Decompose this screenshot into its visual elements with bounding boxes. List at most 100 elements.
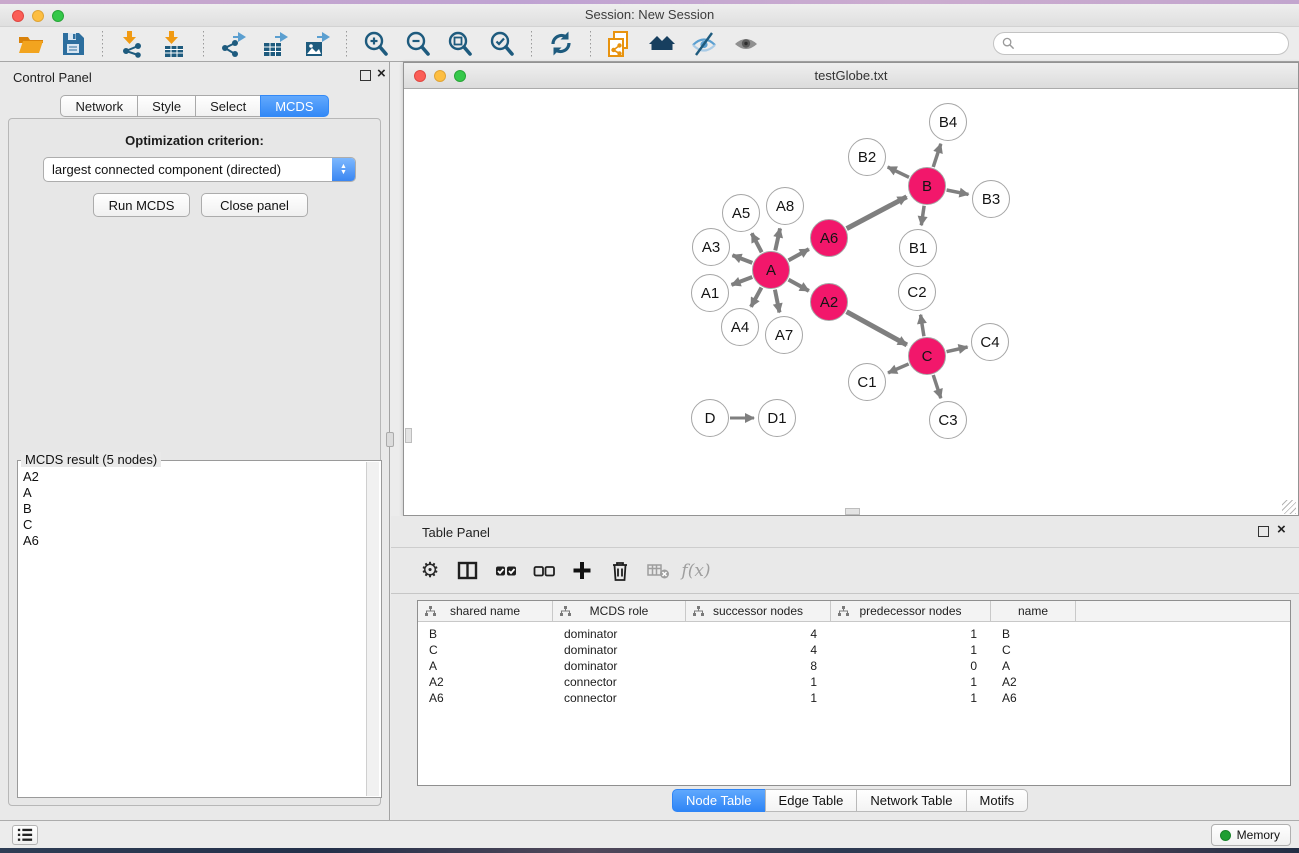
eye-button[interactable] bbox=[725, 28, 767, 60]
table-row[interactable]: Adominator80A bbox=[418, 658, 1290, 674]
graph-edge-A2-C[interactable] bbox=[847, 312, 907, 345]
graph-edge-A-A4[interactable] bbox=[751, 288, 761, 307]
open-folder-button[interactable] bbox=[10, 28, 52, 60]
run-mcds-button[interactable]: Run MCDS bbox=[93, 193, 190, 217]
gear-button[interactable]: ⚙ bbox=[411, 554, 449, 588]
canvas-scroll-stub-left[interactable] bbox=[405, 428, 412, 443]
tab-motifs[interactable]: Motifs bbox=[966, 789, 1029, 812]
memory-button[interactable]: Memory bbox=[1211, 824, 1291, 846]
graph-edge-C-C4[interactable] bbox=[947, 347, 968, 352]
table-row[interactable]: Bdominator41B bbox=[418, 626, 1290, 642]
table-panel-close-icon[interactable]: × bbox=[1277, 523, 1286, 537]
network-view-window[interactable]: testGlobe.txt B4B2BB3A8A5A6A3B1AA1C2A2A4… bbox=[403, 62, 1299, 516]
mcds-result-item[interactable]: C bbox=[18, 517, 365, 533]
zoom-in-button[interactable] bbox=[355, 28, 397, 60]
network-canvas[interactable]: B4B2BB3A8A5A6A3B1AA1C2A2A4A7C4CC1C3DD1 bbox=[405, 90, 1297, 515]
panel-splitter-handle[interactable] bbox=[386, 432, 394, 447]
deselect-all-checks-button[interactable] bbox=[525, 554, 563, 588]
graph-edge-B-B4[interactable] bbox=[933, 144, 941, 167]
table-row[interactable]: A2connector11A2 bbox=[418, 674, 1290, 690]
optimization-criterion-select[interactable]: largest connected component (directed) ▲… bbox=[43, 157, 356, 182]
eye-slash-button[interactable] bbox=[683, 28, 725, 60]
graph-node-B1[interactable]: B1 bbox=[899, 229, 937, 267]
search-input[interactable] bbox=[1015, 35, 1288, 53]
export-image-button[interactable] bbox=[296, 28, 338, 60]
mcds-result-item[interactable]: A2 bbox=[18, 469, 365, 485]
refresh-button[interactable] bbox=[540, 28, 582, 60]
export-network-button[interactable] bbox=[212, 28, 254, 60]
graph-edge-A-A5[interactable] bbox=[752, 233, 762, 252]
graph-node-A2[interactable]: A2 bbox=[810, 283, 848, 321]
tab-edge-table[interactable]: Edge Table bbox=[765, 789, 858, 812]
column-header-name[interactable]: name bbox=[991, 601, 1076, 621]
network-window-titlebar[interactable]: testGlobe.txt bbox=[404, 63, 1298, 89]
close-panel-icon[interactable]: × bbox=[377, 67, 386, 81]
graph-node-A7[interactable]: A7 bbox=[765, 316, 803, 354]
window-resize-grip[interactable] bbox=[1282, 500, 1296, 514]
graph-edge-A-A6[interactable] bbox=[789, 249, 809, 260]
split-columns-button[interactable] bbox=[449, 554, 487, 588]
save-session-button[interactable] bbox=[52, 28, 94, 60]
graph-edge-B-B3[interactable] bbox=[947, 190, 969, 194]
graph-node-B2[interactable]: B2 bbox=[848, 138, 886, 176]
graph-node-A5[interactable]: A5 bbox=[722, 194, 760, 232]
zoom-selected-button[interactable] bbox=[481, 28, 523, 60]
select-all-checks-button[interactable] bbox=[487, 554, 525, 588]
add-column-button[interactable] bbox=[563, 554, 601, 588]
graph-edge-C-C2[interactable] bbox=[921, 315, 924, 337]
houses-button[interactable] bbox=[641, 28, 683, 60]
mcds-result-scrollbar[interactable] bbox=[366, 462, 379, 796]
column-header-MCDS-role[interactable]: MCDS role bbox=[553, 601, 686, 621]
mcds-result-item[interactable]: A6 bbox=[18, 533, 365, 549]
graph-edge-C-C1[interactable] bbox=[888, 364, 909, 373]
control-tab-select[interactable]: Select bbox=[195, 95, 261, 117]
graph-node-B3[interactable]: B3 bbox=[972, 180, 1010, 218]
search-field[interactable] bbox=[993, 32, 1289, 55]
graph-edge-A-A1[interactable] bbox=[732, 277, 753, 285]
graph-node-C3[interactable]: C3 bbox=[929, 401, 967, 439]
graph-edge-C-C3[interactable] bbox=[933, 375, 941, 398]
clone-network-button[interactable] bbox=[599, 28, 641, 60]
zoom-out-button[interactable] bbox=[397, 28, 439, 60]
tab-node-table[interactable]: Node Table bbox=[672, 789, 766, 812]
graph-node-A8[interactable]: A8 bbox=[766, 187, 804, 225]
float-panel-icon[interactable] bbox=[360, 70, 371, 81]
graph-node-C[interactable]: C bbox=[908, 337, 946, 375]
zoom-fit-button[interactable] bbox=[439, 28, 481, 60]
delete-column-button[interactable] bbox=[601, 554, 639, 588]
graph-edge-A-A8[interactable] bbox=[775, 228, 780, 250]
mcds-result-item[interactable]: A bbox=[18, 485, 365, 501]
graph-node-B4[interactable]: B4 bbox=[929, 103, 967, 141]
import-network-button[interactable] bbox=[111, 28, 153, 60]
graph-node-C1[interactable]: C1 bbox=[848, 363, 886, 401]
column-header-successor-nodes[interactable]: successor nodes bbox=[686, 601, 831, 621]
export-table-button[interactable] bbox=[254, 28, 296, 60]
graph-edge-A-A3[interactable] bbox=[732, 255, 752, 263]
graph-node-A4[interactable]: A4 bbox=[721, 308, 759, 346]
tab-network-table[interactable]: Network Table bbox=[856, 789, 966, 812]
control-tab-style[interactable]: Style bbox=[137, 95, 196, 117]
graph-node-C4[interactable]: C4 bbox=[971, 323, 1009, 361]
canvas-scroll-stub-bottom[interactable] bbox=[845, 508, 860, 515]
graph-edge-A-A7[interactable] bbox=[775, 290, 780, 313]
graph-edge-A6-B[interactable] bbox=[847, 197, 907, 229]
graph-edge-B-B1[interactable] bbox=[921, 206, 924, 225]
main-titlebar[interactable]: Session: New Session bbox=[0, 4, 1299, 27]
graph-node-B[interactable]: B bbox=[908, 167, 946, 205]
graph-edge-A-A2[interactable] bbox=[789, 280, 809, 291]
graph-node-A[interactable]: A bbox=[752, 251, 790, 289]
graph-node-A3[interactable]: A3 bbox=[692, 228, 730, 266]
table-panel-float-icon[interactable] bbox=[1258, 526, 1269, 537]
graph-node-A1[interactable]: A1 bbox=[691, 274, 729, 312]
graph-node-D[interactable]: D bbox=[691, 399, 729, 437]
graph-edge-B-B2[interactable] bbox=[888, 167, 909, 177]
graph-node-D1[interactable]: D1 bbox=[758, 399, 796, 437]
table-row[interactable]: A6connector11A6 bbox=[418, 690, 1290, 706]
close-panel-button[interactable]: Close panel bbox=[201, 193, 308, 217]
column-header-shared-name[interactable]: shared name bbox=[418, 601, 553, 621]
task-history-button[interactable] bbox=[12, 825, 38, 845]
control-tab-mcds[interactable]: MCDS bbox=[260, 95, 328, 117]
graph-node-A6[interactable]: A6 bbox=[810, 219, 848, 257]
mcds-result-item[interactable]: B bbox=[18, 501, 365, 517]
column-header-predecessor-nodes[interactable]: predecessor nodes bbox=[831, 601, 991, 621]
